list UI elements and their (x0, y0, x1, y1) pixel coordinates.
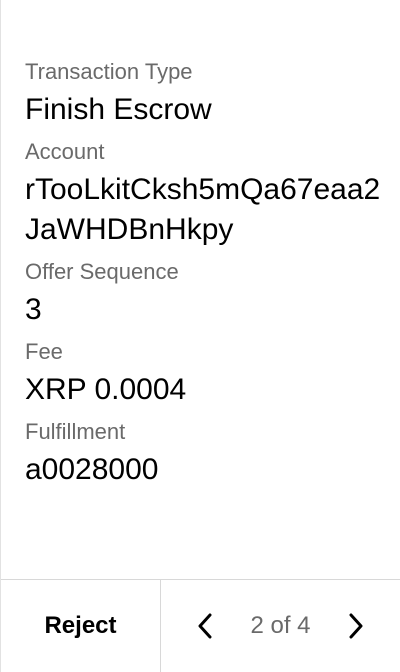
offer-sequence-value: 3 (25, 293, 42, 326)
transaction-review-screen: Transaction Type Finish Escrow Account r… (0, 0, 400, 672)
action-footer: Reject 2 of 4 (1, 579, 400, 672)
chevron-right-icon[interactable] (340, 610, 372, 642)
account-value: rTooLkitCksh5mQa67eaa2JaWHDBnHkpy (25, 173, 381, 246)
fulfillment-label: Fulfillment (25, 419, 126, 444)
field-fulfillment: Fulfillment a0028000 (25, 416, 384, 490)
fee-value: XRP 0.0004 (25, 373, 187, 406)
pagination: 2 of 4 (161, 580, 400, 672)
field-fee: Fee XRP 0.0004 (25, 336, 384, 410)
field-account: Account rTooLkitCksh5mQa67eaa2JaWHDBnHkp… (25, 136, 384, 250)
transaction-details: Transaction Type Finish Escrow Account r… (25, 56, 384, 496)
fulfillment-value: a0028000 (25, 453, 159, 486)
account-label: Account (25, 139, 105, 164)
field-offer-sequence: Offer Sequence 3 (25, 256, 384, 330)
reject-button[interactable]: Reject (1, 580, 161, 672)
field-transaction-type: Transaction Type Finish Escrow (25, 56, 384, 130)
fee-label: Fee (25, 339, 63, 364)
chevron-left-icon[interactable] (189, 610, 221, 642)
page-indicator: 2 of 4 (250, 612, 311, 639)
transaction-type-value: Finish Escrow (25, 93, 212, 126)
offer-sequence-label: Offer Sequence (25, 259, 179, 284)
transaction-type-label: Transaction Type (25, 59, 193, 84)
